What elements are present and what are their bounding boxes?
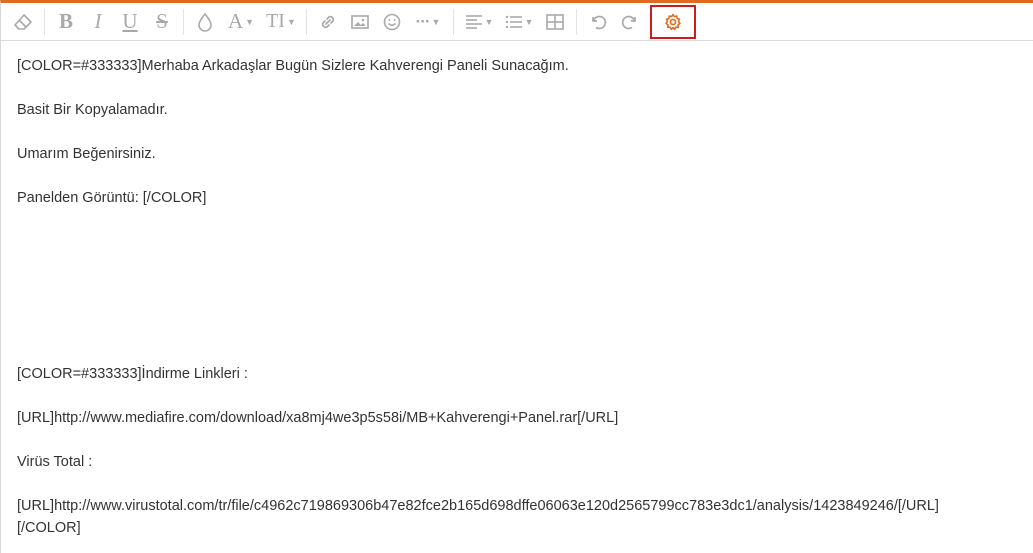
smiley-icon[interactable]: [376, 6, 408, 38]
font-family-button[interactable]: A ▼: [221, 6, 261, 38]
empty-space: [17, 231, 1033, 363]
chevron-down-icon: ▼: [524, 16, 534, 27]
bold-button[interactable]: B: [50, 6, 82, 38]
strikethrough-button[interactable]: S: [146, 6, 178, 38]
undo-icon[interactable]: [582, 6, 614, 38]
chevron-down-icon: ▼: [484, 16, 494, 27]
redo-icon[interactable]: [614, 6, 646, 38]
italic-button[interactable]: I: [82, 6, 114, 38]
editor-toolbar: B I U S A ▼ TI ▼ ··· ▼ ▼ ▼: [1, 3, 1033, 41]
text-line: Umarım Beğenirsiniz.: [17, 146, 156, 162]
text-line: [/COLOR]: [17, 520, 81, 536]
image-icon[interactable]: [344, 6, 376, 38]
text-line: [URL]http://www.virustotal.com/tr/file/c…: [17, 498, 939, 514]
table-icon[interactable]: [539, 6, 571, 38]
rich-text-editor: B I U S A ▼ TI ▼ ··· ▼ ▼ ▼ [COLOR=#33333…: [0, 0, 1033, 553]
font-size-button[interactable]: TI ▼: [261, 6, 301, 38]
settings-gear-icon[interactable]: [650, 4, 696, 39]
link-icon[interactable]: [312, 6, 344, 38]
align-icon[interactable]: ▼: [459, 6, 499, 38]
text-line: [COLOR=#333333]Merhaba Arkadaşlar Bugün …: [17, 58, 569, 74]
text-line: Basit Bir Kopyalamadır.: [17, 102, 168, 118]
toolbar-divider: [183, 8, 184, 35]
color-drop-icon[interactable]: [189, 6, 221, 38]
list-icon[interactable]: ▼: [499, 6, 539, 38]
chevron-down-icon: ▼: [286, 16, 296, 27]
editor-content[interactable]: [COLOR=#333333]Merhaba Arkadaşlar Bugün …: [1, 41, 1033, 539]
text-line: [URL]http://www.mediafire.com/download/x…: [17, 410, 619, 426]
more-icon[interactable]: ··· ▼: [408, 6, 448, 38]
eraser-icon[interactable]: [7, 6, 39, 38]
toolbar-divider: [306, 8, 307, 35]
text-line: Virüs Total :: [17, 454, 93, 470]
toolbar-divider: [576, 8, 577, 35]
underline-button[interactable]: U: [114, 6, 146, 38]
chevron-down-icon: ▼: [431, 16, 441, 27]
toolbar-divider: [453, 8, 454, 35]
chevron-down-icon: ▼: [245, 16, 255, 27]
toolbar-divider: [44, 8, 45, 35]
text-line: Panelden Görüntü: [/COLOR]: [17, 190, 207, 206]
text-line: [COLOR=#333333]İndirme Linkleri :: [17, 366, 248, 382]
